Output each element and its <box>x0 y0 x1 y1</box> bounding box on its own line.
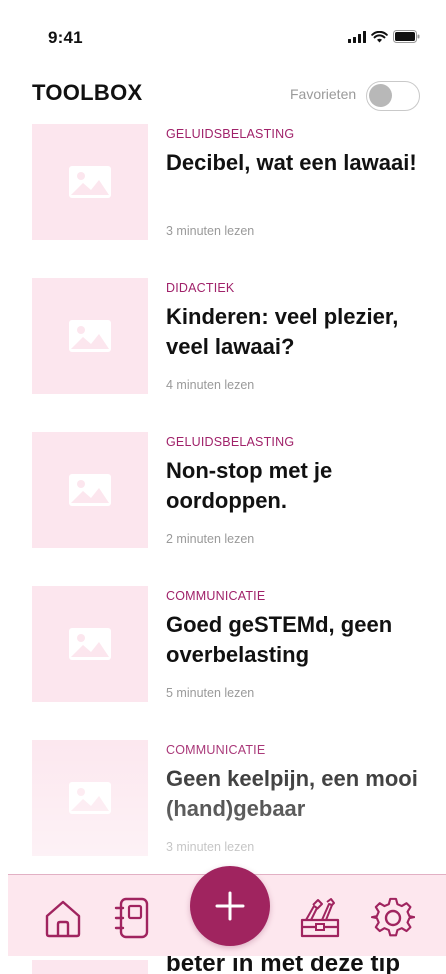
article-card[interactable]: GELUIDSBELASTING Decibel, wat een lawaai… <box>0 124 446 260</box>
article-read-time: 4 minuten lezen <box>166 378 255 392</box>
article-card[interactable]: COMMUNICATIE Goed geSTEMd, geen overbela… <box>0 586 446 722</box>
status-bar: 9:41 <box>0 0 446 62</box>
article-read-time: 2 minuten lezen <box>166 532 255 546</box>
tab-settings[interactable] <box>370 895 416 941</box>
article-card[interactable]: COMMUNICATIE Geen keelpijn, een mooi (ha… <box>0 740 446 876</box>
wifi-icon <box>371 30 388 42</box>
image-placeholder-icon <box>69 320 111 352</box>
add-icon <box>215 891 245 921</box>
article-category: GELUIDSBELASTING <box>166 435 295 449</box>
home-icon <box>45 900 81 938</box>
article-thumbnail <box>32 586 148 702</box>
article-list: GELUIDSBELASTING Decibel, wat een lawaai… <box>0 124 446 974</box>
image-placeholder-icon <box>69 166 111 198</box>
article-thumbnail <box>32 740 148 856</box>
article-title[interactable]: Goed geSTEMd, geen overbelasting <box>166 610 438 670</box>
cellular-signal-icon <box>348 30 366 43</box>
settings-icon <box>371 897 415 937</box>
status-time: 9:41 <box>48 28 83 47</box>
add-button[interactable] <box>190 866 270 946</box>
battery-icon <box>393 30 420 43</box>
article-card[interactable]: DIDACTIEK Kinderen: veel plezier, veel l… <box>0 278 446 414</box>
image-placeholder-icon <box>69 474 111 506</box>
tab-notebook[interactable] <box>110 895 156 941</box>
article-card[interactable]: GELUIDSBELASTING Non-stop met je oordopp… <box>0 432 446 568</box>
article-thumbnail-partial <box>32 960 148 974</box>
article-thumbnail <box>32 432 148 548</box>
favorites-toggle[interactable] <box>366 81 420 111</box>
tab-toolbox[interactable] <box>294 895 346 941</box>
favorites-toggle-knob <box>369 84 392 107</box>
article-category: COMMUNICATIE <box>166 743 266 757</box>
favorites-label: Favorieten <box>290 86 357 102</box>
header: TOOLBOX Favorieten <box>0 62 446 122</box>
article-read-time: 5 minuten lezen <box>166 686 255 700</box>
tab-home[interactable] <box>40 895 86 941</box>
article-title[interactable]: Non-stop met je oordoppen. <box>166 456 438 516</box>
article-category: GELUIDSBELASTING <box>166 127 295 141</box>
page-title: TOOLBOX <box>32 80 143 105</box>
article-thumbnail <box>32 278 148 394</box>
image-placeholder-icon <box>69 628 111 660</box>
image-placeholder-icon <box>69 782 111 814</box>
article-category: DIDACTIEK <box>166 281 235 295</box>
status-icons <box>348 30 420 43</box>
article-title[interactable]: Kinderen: veel plezier, veel lawaai? <box>166 302 438 362</box>
article-title[interactable]: Geen keelpijn, een mooi (hand)gebaar <box>166 764 438 824</box>
article-read-time: 3 minuten lezen <box>166 224 255 238</box>
article-read-time: 3 minuten lezen <box>166 840 255 854</box>
article-thumbnail <box>32 124 148 240</box>
article-category: COMMUNICATIE <box>166 589 266 603</box>
toolbox-icon <box>300 898 340 938</box>
notebook-icon <box>114 897 149 939</box>
article-title[interactable]: Decibel, wat een lawaai! <box>166 148 438 178</box>
